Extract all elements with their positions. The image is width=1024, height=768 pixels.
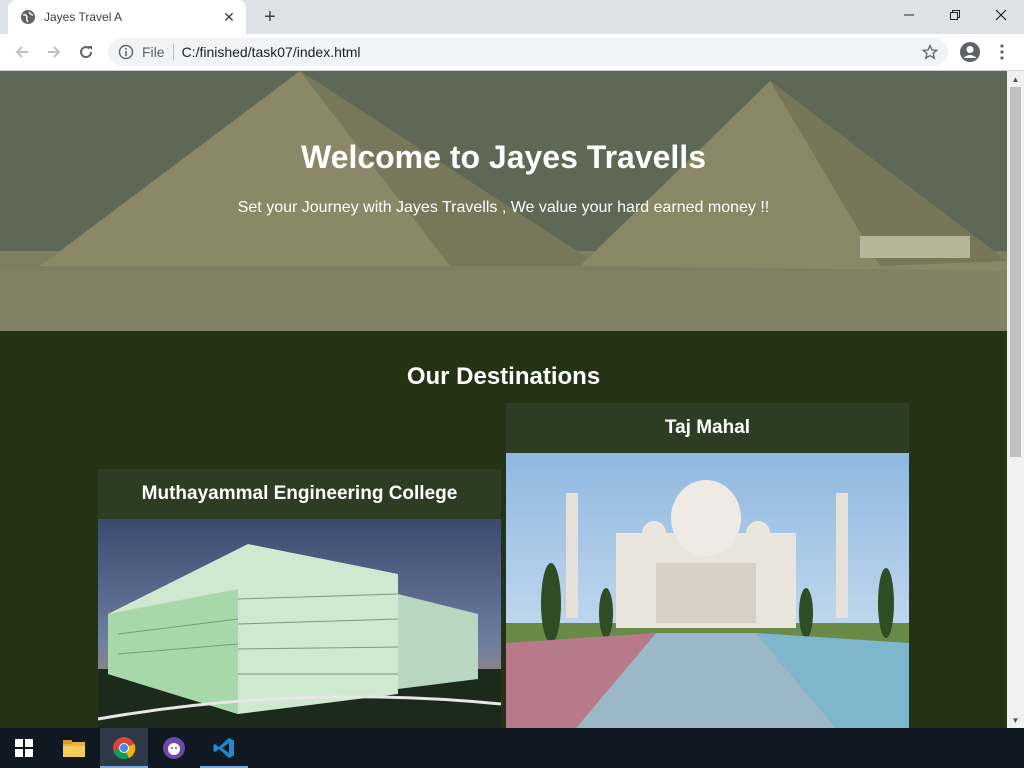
minimize-button[interactable] [886, 0, 932, 30]
info-icon[interactable] [118, 44, 134, 60]
file-explorer-icon[interactable] [50, 728, 98, 768]
menu-kebab-icon[interactable] [992, 40, 1012, 64]
destination-name: Taj Mahal [664, 417, 751, 438]
account-icon[interactable] [958, 40, 982, 64]
scrollbar-thumb[interactable] [1010, 87, 1021, 457]
url-scheme: File [142, 44, 165, 60]
address-bar[interactable]: File C:/finished/task07/index.html [108, 38, 948, 66]
globe-icon [20, 9, 36, 25]
hero-banner: Welcome to Jayes Travells Set your Journ… [0, 71, 1007, 331]
page-viewport: Welcome to Jayes Travells Set your Journ… [0, 71, 1007, 728]
hero-title: Welcome to Jayes Travells [301, 139, 706, 175]
github-desktop-icon[interactable] [150, 728, 198, 768]
destination-card-1[interactable]: Muthayammal Engineering College [98, 469, 501, 728]
url-text[interactable]: C:/finished/task07/index.html [182, 44, 920, 60]
tab-strip: Jayes Travel A ✕ + [0, 0, 1024, 34]
hero-subtitle: Set your Journey with Jayes Travells , W… [237, 199, 770, 216]
college-image [98, 519, 501, 728]
restore-button[interactable] [932, 0, 978, 30]
tab-title: Jayes Travel A [44, 10, 123, 24]
vscode-icon[interactable] [200, 728, 248, 768]
destinations-title: Our Destinations [406, 363, 601, 390]
scroll-up-icon[interactable]: ▲ [1007, 71, 1024, 87]
vertical-scrollbar[interactable]: ▲ ▼ [1007, 71, 1024, 728]
taj-mahal-image [506, 453, 909, 728]
close-tab-icon[interactable]: ✕ [220, 8, 238, 26]
browser-toolbar: File C:/finished/task07/index.html [0, 34, 1024, 71]
scroll-down-icon[interactable]: ▼ [1007, 712, 1024, 728]
url-separator [172, 44, 174, 60]
reload-button[interactable] [74, 40, 98, 64]
forward-button[interactable] [42, 40, 66, 64]
windows-taskbar [0, 728, 1024, 768]
back-button[interactable] [10, 40, 34, 64]
close-window-button[interactable] [978, 0, 1024, 30]
new-tab-button[interactable]: + [258, 6, 282, 28]
browser-tab[interactable]: Jayes Travel A ✕ [8, 0, 246, 34]
start-icon[interactable] [0, 728, 48, 768]
bookmark-star-icon[interactable] [920, 42, 940, 62]
destination-card-2[interactable]: Taj Mahal [506, 403, 909, 728]
chrome-icon[interactable] [100, 728, 148, 768]
destination-name: Muthayammal Engineering College [141, 483, 458, 504]
